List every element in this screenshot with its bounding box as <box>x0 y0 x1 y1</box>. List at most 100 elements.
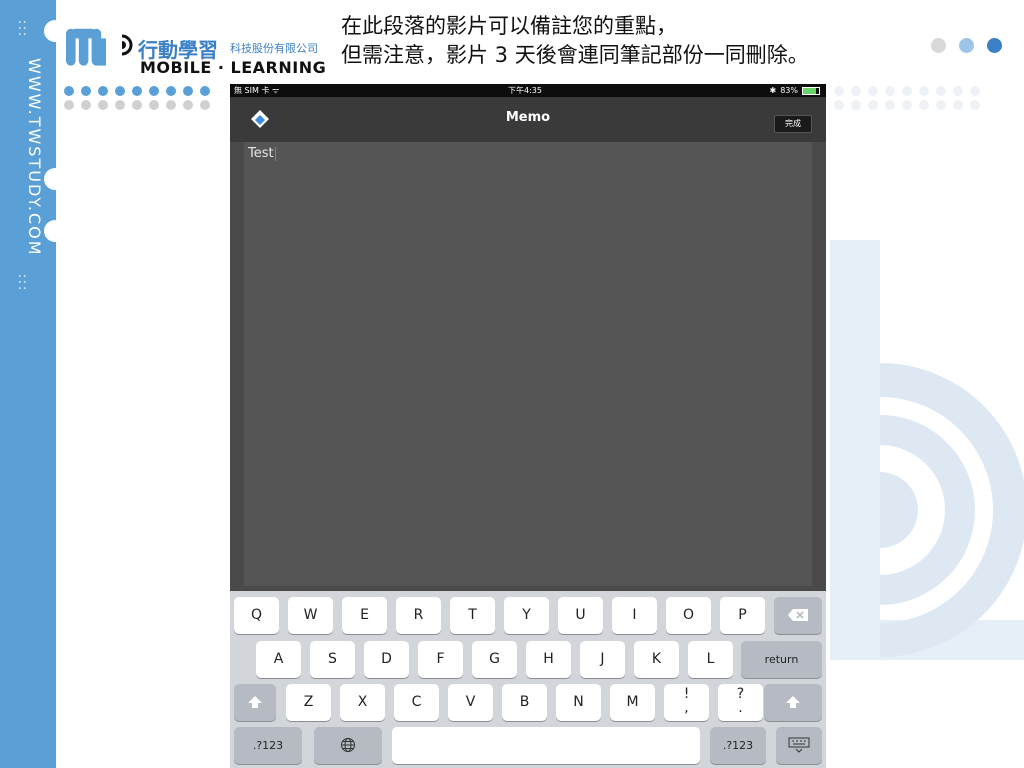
battery-icon <box>802 86 820 95</box>
decorative-dot <box>902 86 912 96</box>
key-d[interactable]: D <box>364 641 409 678</box>
side-dots: ::: <box>16 20 30 39</box>
key-z[interactable]: Z <box>286 684 331 721</box>
key-f[interactable]: F <box>418 641 463 678</box>
shift-icon <box>786 696 800 708</box>
site-url: WWW.TWSTUDY.COM <box>25 58 44 257</box>
text-caret <box>274 146 276 161</box>
status-time: 下午4:35 <box>508 86 542 95</box>
decorative-dot <box>166 100 176 110</box>
carrier-status: 無 SIM 卡 ᯤ <box>234 86 280 95</box>
key-m[interactable]: M <box>610 684 655 721</box>
keyboard-hide-icon <box>788 737 810 753</box>
key-question-period[interactable]: ? . <box>718 684 763 721</box>
key-x[interactable]: X <box>340 684 385 721</box>
logo-english-name: MOBILE · LEARNING <box>140 58 327 77</box>
side-notch <box>44 20 66 42</box>
decorative-dot <box>902 100 912 110</box>
side-notch <box>44 220 66 242</box>
backspace-icon <box>788 609 808 621</box>
company-logo: 行動學習 科技股份有限公司 MOBILE · LEARNING <box>66 20 341 80</box>
decorative-dot <box>166 86 176 96</box>
numbers-key-left[interactable]: .?123 <box>234 727 302 764</box>
decorative-dot <box>64 86 74 96</box>
side-dots: ::: <box>16 274 30 293</box>
key-c[interactable]: C <box>394 684 439 721</box>
decorative-dots-right <box>834 86 980 96</box>
decorative-dot <box>64 100 74 110</box>
decorative-dot <box>953 86 963 96</box>
key-h[interactable]: H <box>526 641 571 678</box>
key-y[interactable]: Y <box>504 597 549 634</box>
deco-circle <box>959 38 974 53</box>
return-key[interactable]: return <box>741 641 822 678</box>
decorative-dot <box>200 100 210 110</box>
shift-key-left[interactable] <box>234 684 276 721</box>
decorative-dot <box>936 86 946 96</box>
shift-icon <box>248 696 262 708</box>
key-e[interactable]: E <box>342 597 387 634</box>
status-bar: 無 SIM 卡 ᯤ 下午4:35 ✱ 83% <box>230 84 826 97</box>
signal-logo-icon <box>121 34 133 56</box>
key-a[interactable]: A <box>256 641 301 678</box>
side-notch <box>44 168 66 190</box>
decorative-dot <box>132 86 142 96</box>
decorative-dots-grey <box>64 100 210 110</box>
decorative-dot <box>183 100 193 110</box>
decorative-dots-right <box>834 100 980 110</box>
decorative-dot <box>868 86 878 96</box>
decorative-dot <box>98 100 108 110</box>
decorative-dot <box>149 86 159 96</box>
decorative-dot <box>81 86 91 96</box>
instruction-note: 在此段落的影片可以備註您的重點， 但需注意，影片 3 天後會連同筆記部份一同刪除… <box>341 12 901 70</box>
nav-title: Memo <box>505 110 551 125</box>
decorative-dot <box>851 100 861 110</box>
decorative-dot <box>98 86 108 96</box>
space-bar[interactable] <box>392 727 700 764</box>
decorative-dot <box>851 86 861 96</box>
key-k[interactable]: K <box>634 641 679 678</box>
shift-key-right[interactable] <box>764 684 822 721</box>
decorative-dot <box>115 100 125 110</box>
key-i[interactable]: I <box>612 597 657 634</box>
ipad-screen: 無 SIM 卡 ᯤ 下午4:35 ✱ 83% Memo 完成 Test Q W … <box>230 84 826 768</box>
key-g[interactable]: G <box>472 641 517 678</box>
key-l[interactable]: L <box>688 641 733 678</box>
key-o[interactable]: O <box>666 597 711 634</box>
logo-mark-icon <box>66 28 106 66</box>
background-watermark <box>830 240 1024 660</box>
key-s[interactable]: S <box>310 641 355 678</box>
key-n[interactable]: N <box>556 684 601 721</box>
decorative-dot <box>970 86 980 96</box>
decorative-dot <box>834 86 844 96</box>
instruction-line-1: 在此段落的影片可以備註您的重點， <box>341 14 677 38</box>
status-right: ✱ 83% <box>770 84 820 97</box>
key-b[interactable]: B <box>502 684 547 721</box>
key-w[interactable]: W <box>288 597 333 634</box>
globe-icon <box>341 738 355 752</box>
globe-key[interactable] <box>314 727 382 764</box>
decorative-dot <box>885 100 895 110</box>
decorative-dot <box>81 100 91 110</box>
key-v[interactable]: V <box>448 684 493 721</box>
key-t[interactable]: T <box>450 597 495 634</box>
key-p[interactable]: P <box>720 597 765 634</box>
decorative-dot <box>115 86 125 96</box>
key-j[interactable]: J <box>580 641 625 678</box>
decorative-dot <box>953 100 963 110</box>
backspace-key[interactable] <box>774 597 822 634</box>
memo-text-area[interactable]: Test <box>244 142 812 586</box>
key-u[interactable]: U <box>558 597 603 634</box>
numbers-key-right[interactable]: .?123 <box>710 727 766 764</box>
key-r[interactable]: R <box>396 597 441 634</box>
hide-keyboard-key[interactable] <box>776 727 822 764</box>
deco-circle <box>987 38 1002 53</box>
key-q[interactable]: Q <box>234 597 279 634</box>
decorative-dot <box>834 100 844 110</box>
done-button[interactable]: 完成 <box>774 115 812 133</box>
decorative-dot <box>936 100 946 110</box>
key-exclaim-comma[interactable]: ! , <box>664 684 709 721</box>
deco-circle <box>931 38 946 53</box>
bluetooth-icon: ✱ <box>769 86 777 95</box>
nav-bar: Memo 完成 <box>230 97 826 142</box>
